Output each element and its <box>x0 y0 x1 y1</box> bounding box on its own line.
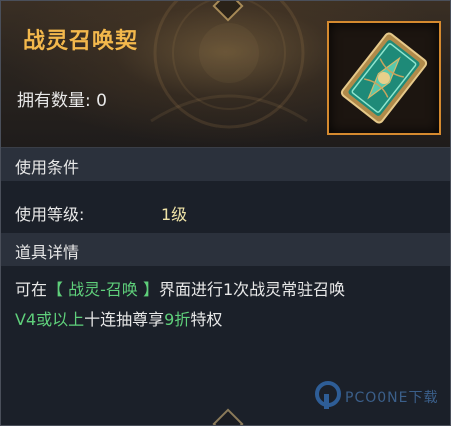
desc-highlight-discount: 9折 <box>164 310 191 329</box>
desc-text-1: 可在 <box>15 280 48 299</box>
level-requirement-label: 使用等级: <box>15 205 85 224</box>
owned-count-row: 拥有数量: 0 <box>17 86 107 111</box>
conditions-header-label: 使用条件 <box>15 158 80 177</box>
desc-highlight-feature: 【 战灵-召唤 】 <box>47 280 159 299</box>
item-header: 战灵召唤契 拥有数量: 0 <box>1 1 450 148</box>
details-header-label: 道具详情 <box>15 243 80 262</box>
item-tooltip-panel: 战灵召唤契 拥有数量: 0 使用条件 使用等级: 1级 道具详情 可在【 战灵-… <box>0 0 451 426</box>
desc-text-4: 特权 <box>190 310 223 329</box>
conditions-section-header: 使用条件 <box>1 148 450 181</box>
desc-text-3: 十连抽尊享 <box>84 310 165 329</box>
jade-card-icon <box>340 32 428 124</box>
watermark-text: PCO0NE下载 <box>345 390 439 406</box>
watermark-logo-icon <box>315 381 341 409</box>
desc-highlight-vip: V4或以上 <box>15 310 85 329</box>
item-title: 战灵召唤契 <box>23 29 139 54</box>
desc-text-2: 界面进行1次战灵常驻召唤 <box>158 280 346 299</box>
bottom-diamond-ornament <box>211 408 244 425</box>
owned-count-label: 拥有数量: <box>17 91 91 111</box>
item-description: 可在【 战灵-召唤 】界面进行1次战灵常驻召唤 V4或以上十连抽尊享9折特权 <box>15 275 440 335</box>
owned-count-value: 0 <box>96 91 107 111</box>
details-section-header: 道具详情 <box>1 233 450 266</box>
level-requirement-value: 1级 <box>161 205 188 224</box>
item-icon-frame <box>327 21 441 135</box>
